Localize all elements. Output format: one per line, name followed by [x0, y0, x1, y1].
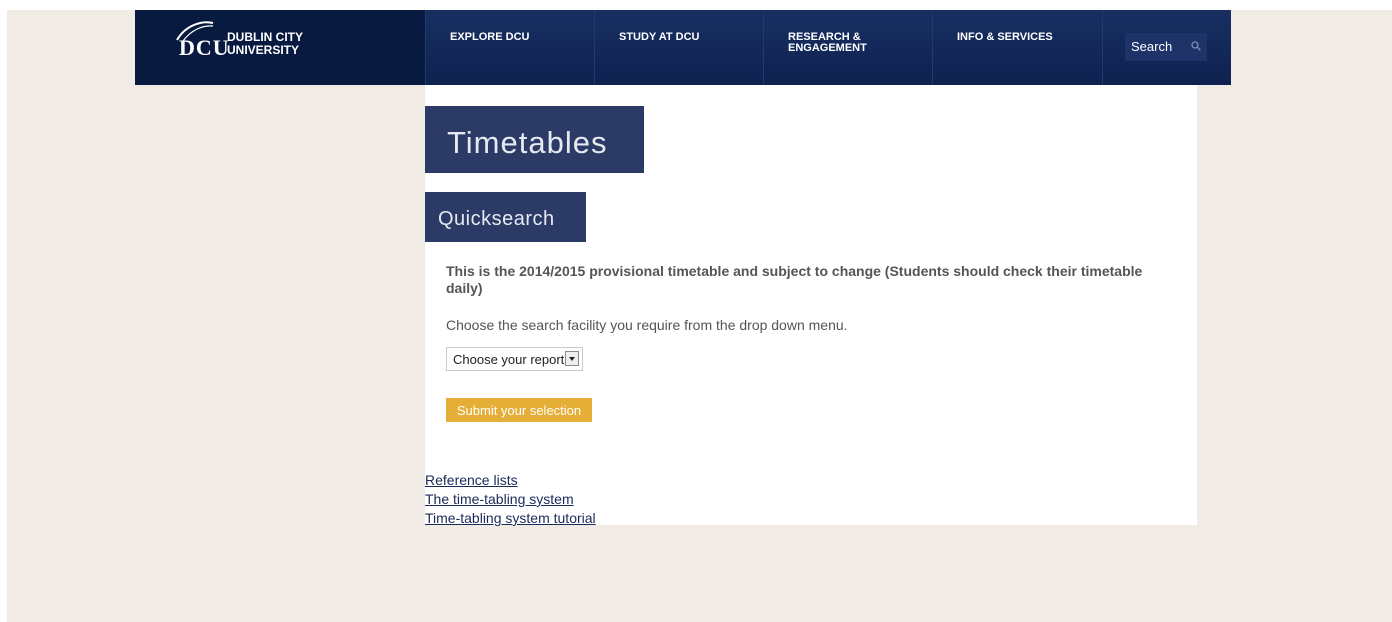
page-title: Timetables — [425, 106, 644, 173]
link-list: Reference lists The time-tabling system … — [425, 471, 596, 528]
page-background: DCU DUBLIN CITY UNIVERSITY EXPLORE DCU S… — [7, 10, 1392, 622]
site-header: DCU DUBLIN CITY UNIVERSITY EXPLORE DCU S… — [135, 10, 1231, 85]
submit-selection-button[interactable]: Submit your selection — [446, 398, 592, 422]
instruction-text: Choose the search facility you require f… — [446, 317, 848, 333]
nav-study-at-dcu[interactable]: STUDY AT DCU — [594, 10, 763, 85]
report-select-value: Choose your report — [453, 352, 565, 367]
nav-research-engagement[interactable]: RESEARCH & ENGAGEMENT — [763, 10, 932, 85]
logo-line-2: UNIVERSITY — [227, 43, 300, 57]
logo-mark: DCU — [179, 35, 230, 60]
dcu-logo[interactable]: DCU DUBLIN CITY UNIVERSITY — [135, 10, 425, 85]
chevron-down-icon[interactable] — [565, 351, 579, 366]
link-reference-lists[interactable]: Reference lists — [425, 471, 596, 490]
section-title: Quicksearch — [425, 192, 586, 242]
timetable-notice: This is the 2014/2015 provisional timeta… — [446, 263, 1143, 296]
search-icon[interactable] — [1191, 41, 1201, 51]
link-time-tabling-system[interactable]: The time-tabling system — [425, 490, 596, 509]
report-select[interactable]: Choose your report — [446, 347, 583, 371]
search-input[interactable]: Search — [1125, 33, 1207, 61]
link-time-tabling-tutorial[interactable]: Time-tabling system tutorial — [425, 509, 596, 528]
search-area: Search — [1102, 10, 1231, 85]
search-label: Search — [1131, 39, 1173, 54]
logo-text: DUBLIN CITY UNIVERSITY — [227, 31, 303, 57]
nav-info-services[interactable]: INFO & SERVICES — [932, 10, 1102, 85]
nav-explore-dcu[interactable]: EXPLORE DCU — [425, 10, 594, 85]
main-content: Timetables Quicksearch This is the 2014/… — [425, 85, 1197, 528]
